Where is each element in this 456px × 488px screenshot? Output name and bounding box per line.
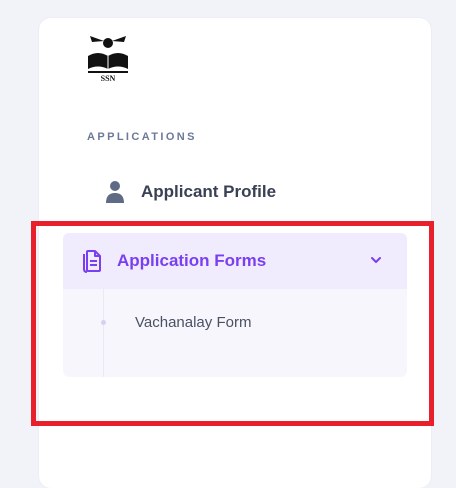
sidebar-item-label: Application Forms [117, 251, 267, 270]
logo-text: SSN [100, 74, 116, 83]
submenu-item-vachanalay-form[interactable]: Vachanalay Form [63, 305, 407, 341]
ssn-logo[interactable]: SSN [86, 36, 130, 88]
bullet-dot-icon [101, 320, 106, 325]
sidebar-item-label: Applicant Profile [141, 182, 277, 201]
document-icon [79, 249, 103, 273]
sidebar-item-application-forms[interactable]: Application Forms [63, 233, 407, 289]
user-icon [103, 180, 127, 204]
application-forms-group: Application Forms Vachanalay Form [63, 233, 407, 377]
submenu-item-label: Vachanalay Form [135, 314, 252, 331]
chevron-down-icon[interactable] [369, 253, 383, 267]
book-reader-logo-icon [88, 36, 128, 73]
sidebar: SSN APPLICATIONS Applicant Profile Appli… [39, 18, 431, 488]
sidebar-item-applicant-profile[interactable]: Applicant Profile [63, 164, 407, 220]
section-heading-applications: APPLICATIONS [87, 131, 197, 143]
